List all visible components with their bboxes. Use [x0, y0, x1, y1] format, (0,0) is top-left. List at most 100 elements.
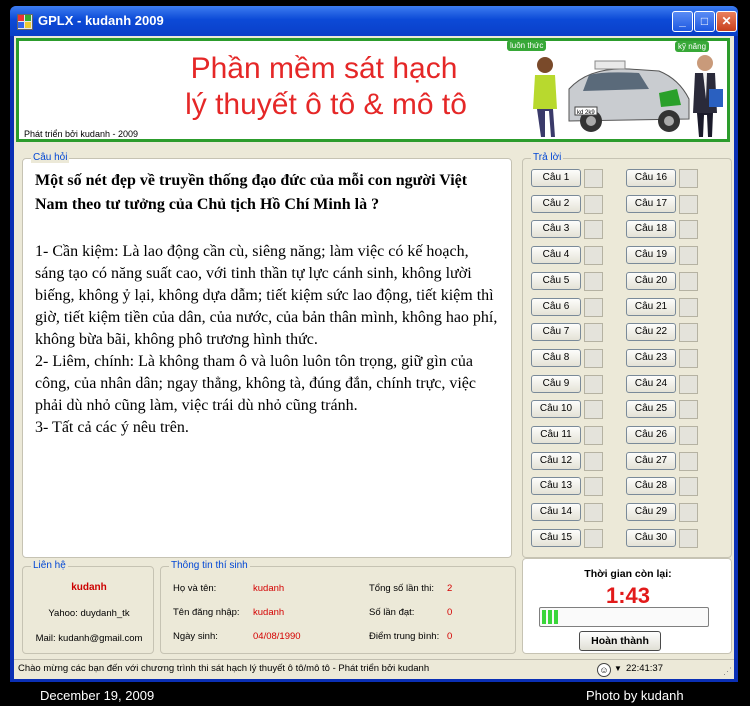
progress-segment — [554, 610, 558, 624]
answer-status-box-6 — [584, 297, 603, 317]
question-button-23[interactable]: Câu 23 — [626, 348, 676, 367]
contact-mail: Mail: kudanh@gmail.com — [35, 633, 143, 644]
answer-status-box-1 — [584, 169, 603, 188]
answer-status-box-13 — [584, 477, 603, 497]
question-button-16[interactable]: Câu 16 — [626, 169, 676, 187]
question-button-18[interactable]: Câu 18 — [626, 220, 676, 239]
answer-status-box-21 — [679, 297, 698, 317]
timer-label: Thời gian còn lại: — [584, 568, 672, 580]
question-button-11[interactable]: Câu 11 — [531, 426, 581, 444]
answer-legend: Trả lời — [531, 152, 564, 163]
passed-value: 0 — [447, 607, 453, 618]
question-button-15[interactable]: Câu 15 — [531, 528, 581, 547]
question-button-3[interactable]: Câu 3 — [531, 220, 581, 239]
car-plate-text: kd 2k9 — [577, 110, 595, 116]
question-text: Một số nét đẹp về truyền thống đạo đức c… — [35, 172, 468, 213]
status-message: Chào mừng các bạn đến với chương trình t… — [18, 663, 430, 674]
login-label: Tên đăng nhập: — [173, 607, 240, 618]
smiley-icon[interactable]: ☺ — [597, 663, 611, 677]
question-button-26[interactable]: Câu 26 — [626, 426, 676, 444]
answer-status-box-15 — [584, 528, 603, 548]
question-panel: Câu hỏi Một số nét đẹp về truyền thống đ… — [22, 152, 512, 558]
answer-status-box-30 — [679, 528, 698, 548]
answer-status-box-28 — [679, 477, 698, 497]
question-button-7[interactable]: Câu 7 — [531, 323, 581, 342]
question-button-9[interactable]: Câu 9 — [531, 374, 581, 393]
passed-label: Số lần đạt: — [369, 607, 415, 618]
question-button-21[interactable]: Câu 21 — [626, 297, 676, 316]
answer-status-box-22 — [679, 323, 698, 343]
question-button-13[interactable]: Câu 13 — [531, 477, 581, 496]
question-button-4[interactable]: Câu 4 — [531, 246, 581, 265]
close-button[interactable]: ✕ — [716, 11, 737, 32]
banner-credit: Phát triển bởi kudanh - 2009 — [24, 129, 138, 139]
average-value: 0 — [447, 631, 453, 642]
resize-grip-icon[interactable]: ⋰ — [723, 666, 732, 677]
attempts-label: Tổng số lần thi: — [369, 583, 434, 594]
option-3: 3- Tất cả các ý nêu trên. — [35, 419, 189, 436]
minimize-button[interactable]: _ — [672, 11, 693, 32]
question-button-14[interactable]: Câu 14 — [531, 503, 581, 522]
attempts-value: 2 — [447, 583, 453, 594]
answer-status-box-9 — [584, 374, 603, 394]
contact-panel: Liên hệ kudanh Yahoo: duydanh_tk Mail: k… — [22, 560, 154, 654]
status-bar: Chào mừng các bạn đến với chương trình t… — [14, 659, 734, 679]
title-bar[interactable]: GPLX - kudanh 2009 _ □ ✕ — [10, 6, 738, 36]
answer-status-box-24 — [679, 374, 698, 394]
login-value: kudanh — [253, 607, 285, 618]
option-1: 1- Cần kiệm: Là lao động cần cù, siêng n… — [35, 243, 498, 348]
answer-status-box-12 — [584, 451, 603, 471]
question-button-2[interactable]: Câu 2 — [531, 194, 581, 213]
question-button-12[interactable]: Câu 12 — [531, 451, 581, 470]
question-button-10[interactable]: Câu 10 — [531, 400, 581, 419]
question-legend: Câu hỏi — [31, 152, 70, 163]
progress-fill — [542, 610, 558, 624]
answer-status-box-16 — [679, 169, 698, 188]
question-button-20[interactable]: Câu 20 — [626, 271, 676, 290]
answer-status-box-2 — [584, 194, 603, 214]
question-button-17[interactable]: Câu 17 — [626, 194, 676, 213]
banner-car-illustration: kd 2k9 — [533, 55, 723, 137]
maximize-button[interactable]: □ — [694, 11, 715, 32]
answer-panel: Trả lời Câu 1 Câu 2 Câu 3 Câu 4 Câu 5 Câu 6 Câ… — [522, 152, 732, 558]
question-button-22[interactable]: Câu 22 — [626, 323, 676, 342]
average-label: Điểm trung bình: — [369, 631, 440, 642]
answer-status-box-10 — [584, 400, 603, 420]
answer-status-box-11 — [584, 426, 603, 445]
banner-headline-2: lý thuyết ô tô & mô tô — [185, 88, 467, 121]
question-button-29[interactable]: Câu 29 — [626, 503, 676, 522]
question-button-6[interactable]: Câu 6 — [531, 297, 581, 316]
answer-status-box-25 — [679, 400, 698, 420]
app-window: GPLX - kudanh 2009 _ □ ✕ Phần mềm sát hạ… — [10, 6, 738, 682]
question-button-19[interactable]: Câu 19 — [626, 246, 676, 265]
answer-status-box-7 — [584, 323, 603, 343]
app-icon — [17, 14, 33, 30]
option-2: 2- Liêm, chính: Là không tham ô và luôn … — [35, 353, 476, 414]
question-button-8[interactable]: Câu 8 — [531, 348, 581, 367]
dropdown-arrow-icon[interactable]: ▼ — [614, 664, 622, 673]
question-button-25[interactable]: Câu 25 — [626, 400, 676, 419]
answer-status-box-18 — [679, 220, 698, 240]
dob-value: 04/08/1990 — [253, 631, 301, 642]
timer-panel: Thời gian còn lại: 1:43 Hoàn thành — [522, 558, 732, 654]
question-button-1[interactable]: Câu 1 — [531, 169, 581, 187]
full-name-value: kudanh — [253, 583, 285, 594]
window-title: GPLX - kudanh 2009 — [38, 13, 164, 28]
question-button-24[interactable]: Câu 24 — [626, 374, 676, 393]
answer-status-box-19 — [679, 246, 698, 266]
progress-segment — [548, 610, 552, 624]
question-button-27[interactable]: Câu 27 — [626, 451, 676, 470]
question-button-28[interactable]: Câu 28 — [626, 477, 676, 496]
time-progress-bar — [539, 607, 709, 627]
candidate-legend: Thông tin thí sinh — [169, 560, 250, 571]
question-button-5[interactable]: Câu 5 — [531, 271, 581, 290]
answer-status-box-4 — [584, 246, 603, 266]
answer-status-box-27 — [679, 451, 698, 471]
dob-label: Ngày sinh: — [173, 631, 218, 642]
contact-yahoo: Yahoo: duydanh_tk — [48, 608, 130, 619]
timer-value: 1:43 — [605, 583, 651, 608]
answer-status-box-8 — [584, 348, 603, 368]
candidate-info-panel: Thông tin thí sinh Họ và tên: kudanh Tên… — [160, 560, 516, 654]
finish-button[interactable]: Hoàn thành — [579, 631, 661, 651]
question-button-30[interactable]: Câu 30 — [626, 528, 676, 547]
